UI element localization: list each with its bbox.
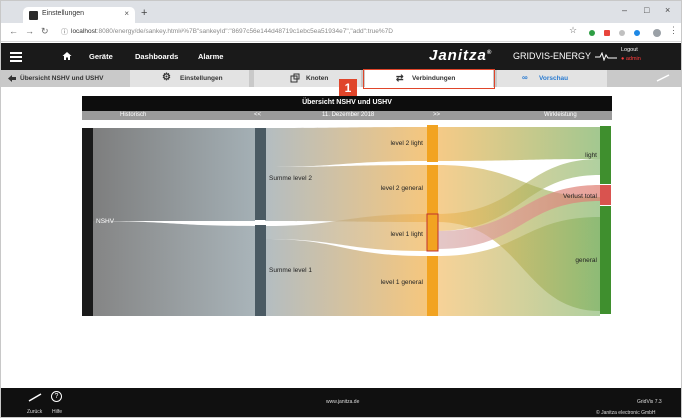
tab-settings[interactable]: ⚙ Einstellungen — [130, 70, 249, 87]
hamburger-icon[interactable] — [10, 52, 22, 64]
sankey-node-label: general — [575, 257, 597, 264]
tab-back-label: Übersicht NSHV und USHV — [20, 75, 104, 82]
sankey-node[interactable] — [427, 256, 438, 316]
copyright-label: © Janitza electronic GmbH — [596, 410, 656, 416]
back-arrow-icon — [8, 75, 16, 82]
chart-controls: Historisch << 11. Dezember 2018 >> Wirkl… — [82, 111, 612, 120]
extension-icon[interactable] — [619, 30, 625, 36]
sankey-node-label: Summe level 1 — [269, 267, 312, 274]
nav-dashboards[interactable]: Dashboards — [135, 52, 178, 61]
version-label: GridVis 7.3 — [637, 399, 662, 405]
sankey-node[interactable] — [600, 185, 611, 205]
brand-name: Janitza — [429, 47, 487, 64]
logout-link[interactable]: Logout — [621, 47, 638, 53]
sankey-node[interactable] — [255, 128, 266, 220]
status-bar: Zurück ? Hilfe www.janitza.de GridVis 7.… — [1, 388, 681, 417]
chart-title: Übersicht NSHV und USHV — [302, 99, 392, 106]
tab-back-overview[interactable]: Übersicht NSHV und USHV — [1, 70, 103, 87]
favicon-icon — [29, 11, 38, 20]
step-callout: 1 — [339, 79, 357, 97]
highlight-frame — [363, 69, 495, 89]
website-link[interactable]: www.janitza.de — [326, 399, 359, 405]
pulse-logo-icon — [595, 52, 617, 61]
sankey-link — [437, 127, 600, 161]
browser-window: Einstellungen × + – □ × ← → ↻ ⓘ localhos… — [0, 0, 682, 418]
unit-label[interactable]: Wirkleistung — [544, 112, 577, 118]
next-button[interactable]: >> — [433, 112, 440, 118]
url-text: localhost:8080/energy/de/sankey.html#%7B… — [71, 28, 393, 35]
sankey-link — [265, 165, 427, 222]
sankey-node[interactable] — [255, 225, 266, 316]
brand-mark: ® — [486, 50, 493, 56]
browser-tab[interactable]: Einstellungen × — [23, 7, 135, 24]
home-icon[interactable] — [62, 51, 72, 61]
tab-title: Einstellungen — [42, 10, 85, 17]
sankey-node-label: level 2 general — [381, 185, 424, 192]
sankey-node[interactable] — [427, 125, 438, 162]
new-tab-button[interactable]: + — [141, 7, 147, 19]
brand-logo: Janitza® — [429, 47, 492, 64]
back-check-icon[interactable] — [28, 393, 42, 402]
url-host: localhost — [71, 28, 97, 35]
sankey-link — [89, 221, 255, 316]
sankey-node[interactable] — [82, 128, 93, 316]
sankey-node-label: Verlust total — [563, 193, 598, 200]
sankey-node[interactable] — [600, 206, 611, 314]
tab-preview-label: Vorschau — [539, 75, 569, 82]
help-icon[interactable]: ? — [51, 391, 62, 402]
prev-button[interactable]: << — [254, 112, 261, 118]
sankey-node[interactable] — [600, 126, 611, 184]
back-nav-icon[interactable]: ← — [9, 26, 18, 36]
nav-alarms[interactable]: Alarme — [198, 52, 223, 61]
sankey-node[interactable] — [427, 165, 438, 222]
profile-avatar[interactable] — [653, 29, 661, 37]
product-name: GRIDVIS-ENERGY — [513, 51, 592, 61]
date-label[interactable]: 11. Dezember 2018 — [322, 112, 374, 118]
sankey-node-label: level 1 light — [390, 231, 423, 238]
help-label[interactable]: Hilfe — [52, 409, 62, 415]
tab-preview[interactable]: ∞ Vorschau — [497, 70, 607, 87]
close-window-button[interactable]: × — [665, 5, 670, 15]
tab-close-icon[interactable]: × — [124, 9, 129, 18]
sankey-link — [265, 127, 427, 167]
sankey-node-label: NSHV — [96, 218, 115, 225]
sankey-chart: NSHV Summe level 2 Summe level 1 level 2… — [82, 125, 611, 316]
menu-dots-icon[interactable]: ⋮ — [669, 25, 678, 36]
back-label[interactable]: Zurück — [27, 409, 42, 415]
sankey-node[interactable] — [426, 213, 439, 252]
extension-icon[interactable] — [604, 30, 610, 36]
sankey-link — [89, 128, 255, 221]
chart-title-bar: Übersicht NSHV und USHV — [82, 96, 612, 111]
url-path: :8080/energy/de/sankey.html#%7B"sankeyId… — [96, 28, 393, 35]
forward-nav-icon[interactable]: → — [25, 26, 34, 36]
reload-icon[interactable]: ↻ — [41, 26, 49, 37]
address-bar: ← → ↻ ⓘ localhost:8080/energy/de/sankey.… — [1, 23, 681, 42]
glasses-icon: ∞ — [522, 73, 528, 82]
tab-settings-label: Einstellungen — [180, 75, 223, 82]
extension-icon[interactable] — [634, 30, 640, 36]
info-icon[interactable]: ⓘ — [61, 27, 68, 37]
node-icon — [290, 73, 300, 83]
sankey-node-label: Summe level 2 — [269, 175, 312, 182]
extension-icon[interactable] — [589, 30, 595, 36]
minimize-button[interactable]: – — [622, 5, 627, 15]
sankey-node-label: level 2 light — [390, 140, 423, 147]
nav-devices[interactable]: Geräte — [89, 52, 113, 61]
sankey-node-label: light — [585, 152, 597, 159]
maximize-button[interactable]: □ — [644, 5, 649, 15]
gear-icon: ⚙ — [162, 72, 171, 83]
user-label: admin — [625, 56, 641, 62]
history-label[interactable]: Historisch — [120, 112, 146, 118]
app-header: Geräte Dashboards Alarme Janitza® GRIDVI… — [1, 43, 681, 70]
user-name: ● admin — [621, 56, 641, 62]
check-icon[interactable] — [656, 74, 670, 83]
url-field[interactable]: ⓘ localhost:8080/energy/de/sankey.html#%… — [61, 26, 561, 39]
sankey-node-label: level 1 general — [381, 279, 424, 286]
browser-tabstrip: Einstellungen × + – □ × — [1, 1, 681, 24]
bookmark-star-icon[interactable]: ☆ — [569, 25, 577, 36]
tab-nodes-label: Knoten — [306, 75, 329, 82]
